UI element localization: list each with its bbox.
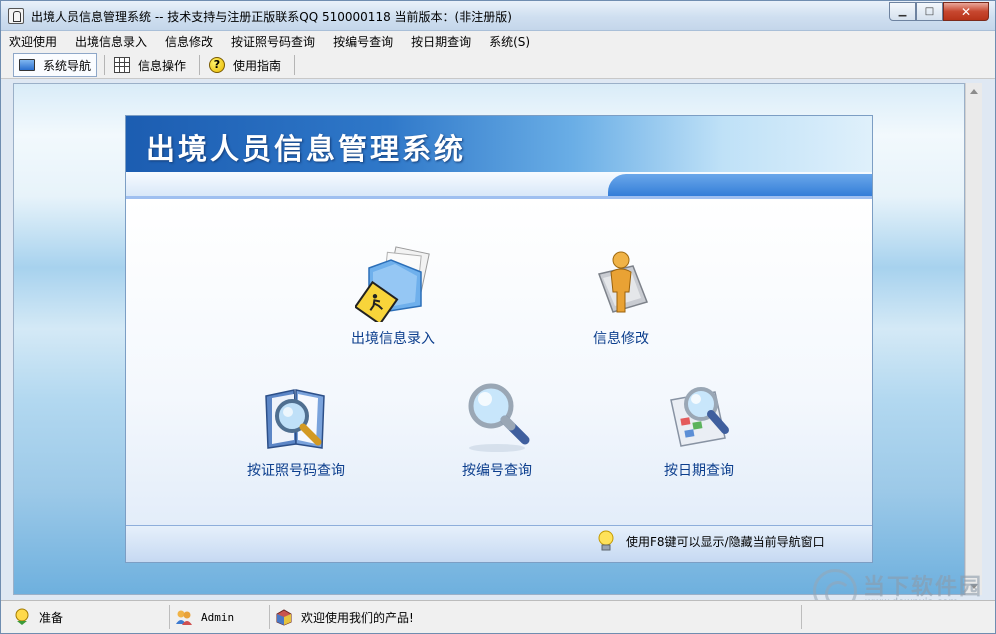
tab-user-guide[interactable]: ? 使用指南: [204, 53, 286, 77]
nav-header-accent: [608, 174, 872, 198]
window-controls: ▁ □ ✕: [889, 2, 989, 21]
menu-item-query-date[interactable]: 按日期查询: [411, 33, 471, 50]
product-box-icon: [275, 608, 293, 626]
navigation-panel: 出境人员信息管理系统 出境信息录入 信息修改 按证照号码查询 按编号查询 按日期…: [125, 115, 873, 563]
folder-documents-icon: [353, 246, 431, 326]
status-divider: [269, 605, 270, 629]
toolbar-divider: [294, 55, 295, 75]
title-bar: 出境人员信息管理系统 -- 技术支持与注册正版联系QQ 510000118 当前…: [1, 1, 995, 31]
user-group-icon: [175, 608, 193, 626]
tab-info-operation-label: 信息操作: [138, 58, 187, 73]
minimize-button[interactable]: ▁: [889, 2, 916, 21]
tab-system-nav[interactable]: 系统导航: [13, 53, 98, 77]
maximize-button[interactable]: □: [916, 2, 943, 21]
nav-item-edit-label: 信息修改: [593, 331, 649, 347]
nav-title: 出境人员信息管理系统: [146, 132, 467, 166]
status-message: 欢迎使用我们的产品!: [275, 605, 414, 629]
tab-user-guide-label: 使用指南: [233, 58, 282, 73]
calendar-magnifier-icon: [661, 378, 737, 454]
nav-item-entry[interactable]: 出境信息录入: [318, 246, 468, 348]
status-state: 准备: [13, 605, 63, 629]
toolbar-divider: [199, 55, 200, 75]
tab-info-operation[interactable]: 信息操作: [109, 53, 191, 77]
close-button[interactable]: ✕: [943, 2, 989, 21]
status-user-text: Admin: [201, 610, 235, 624]
menu-item-system[interactable]: 系统(S): [489, 33, 530, 50]
menu-item-edit[interactable]: 信息修改: [165, 33, 213, 50]
menu-item-entry[interactable]: 出境信息录入: [75, 33, 147, 50]
nav-item-query-passport-label: 按证照号码查询: [247, 463, 345, 479]
status-state-text: 准备: [39, 610, 64, 625]
lightbulb-icon: [596, 529, 616, 553]
book-magnifier-icon: [258, 378, 334, 454]
menu-item-query-passport[interactable]: 按证照号码查询: [231, 33, 315, 50]
app-icon[interactable]: [8, 8, 24, 24]
toolbar-divider: [104, 55, 105, 75]
nav-item-query-number-label: 按编号查询: [462, 463, 532, 479]
app-window: 出境人员信息管理系统 -- 技术支持与注册正版联系QQ 510000118 当前…: [0, 0, 996, 634]
magnifier-icon: [459, 378, 535, 454]
status-user: Admin: [175, 605, 234, 629]
nav-header: 出境人员信息管理系统: [126, 116, 872, 172]
nav-item-query-number[interactable]: 按编号查询: [422, 378, 572, 480]
help-question-icon: ?: [209, 57, 225, 73]
menu-item-query-number[interactable]: 按编号查询: [333, 33, 393, 50]
status-divider: [169, 605, 170, 629]
status-divider: [801, 605, 802, 629]
status-message-text: 欢迎使用我们的产品!: [301, 610, 414, 625]
nav-item-query-date[interactable]: 按日期查询: [624, 378, 774, 480]
toolbar: 系统导航 信息操作 ? 使用指南: [1, 51, 995, 79]
status-ready-icon: [13, 608, 31, 626]
tab-system-nav-label: 系统导航: [43, 58, 92, 73]
vertical-scrollbar[interactable]: [965, 83, 982, 595]
menu-bar: 欢迎使用 出境信息录入 信息修改 按证照号码查询 按编号查询 按日期查询 系统(…: [1, 31, 995, 51]
status-bar: 准备 Admin 欢迎使用我们的产品!: [1, 600, 995, 633]
nav-tip: 使用F8键可以显示/隐藏当前导航窗口: [596, 529, 825, 553]
nav-item-entry-label: 出境信息录入: [351, 331, 435, 347]
scroll-up-arrow-icon[interactable]: [970, 89, 978, 94]
menu-item-welcome[interactable]: 欢迎使用: [9, 33, 57, 50]
window-title: 出境人员信息管理系统 -- 技术支持与注册正版联系QQ 510000118 当前…: [31, 10, 512, 24]
person-edit-icon: [583, 246, 659, 322]
nav-item-edit[interactable]: 信息修改: [546, 246, 696, 348]
nav-item-query-passport[interactable]: 按证照号码查询: [221, 378, 371, 480]
monitor-icon: [19, 59, 35, 71]
table-grid-icon: [114, 57, 130, 73]
nav-tip-text: 使用F8键可以显示/隐藏当前导航窗口: [626, 534, 825, 549]
nav-item-query-date-label: 按日期查询: [664, 463, 734, 479]
